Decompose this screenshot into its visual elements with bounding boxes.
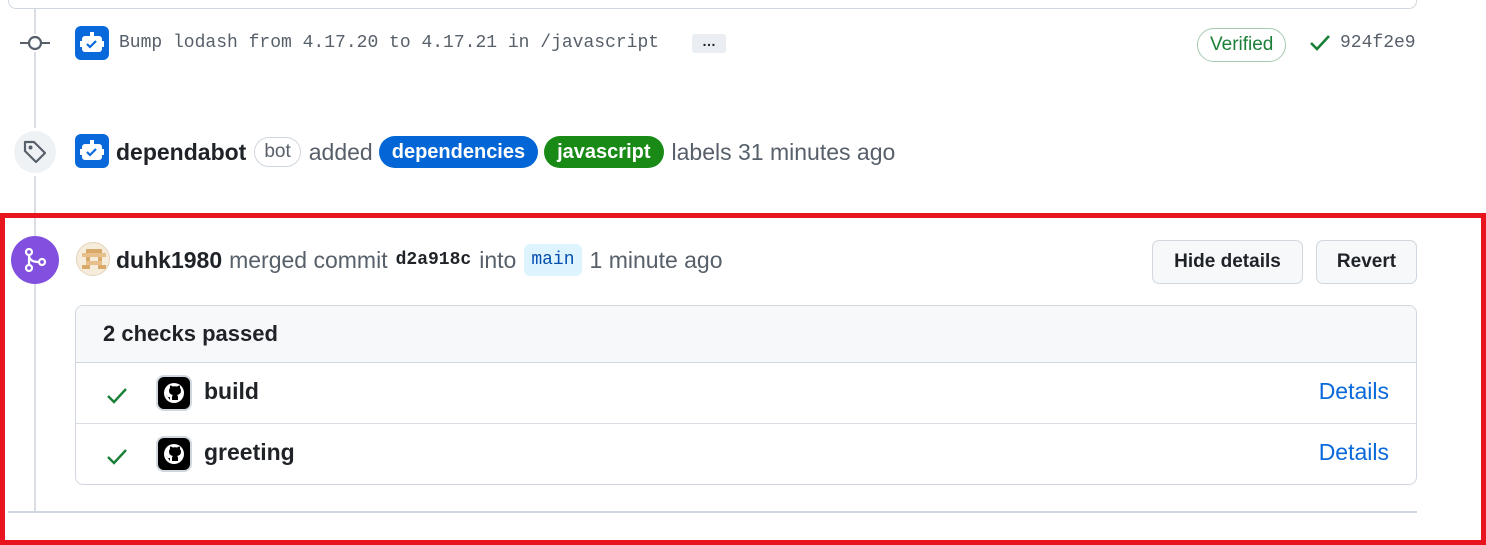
actor-link[interactable]: duhk1980 bbox=[116, 247, 222, 274]
git-merge-icon bbox=[11, 236, 59, 284]
merge-commit-link[interactable]: d2a918c bbox=[396, 250, 472, 270]
bot-badge: bot bbox=[254, 137, 301, 167]
label-event-text: dependabot bot added dependencies javasc… bbox=[116, 135, 895, 169]
event-time: labels 31 minutes ago bbox=[671, 138, 896, 165]
label-javascript[interactable]: javascript bbox=[544, 136, 664, 168]
github-mark-icon bbox=[156, 436, 192, 472]
revert-button[interactable]: Revert bbox=[1316, 240, 1417, 284]
avatar[interactable] bbox=[76, 242, 110, 276]
checks-summary: 2 checks passed bbox=[76, 306, 1416, 363]
previous-comment-box bbox=[8, 0, 1417, 9]
check-name: greeting bbox=[204, 439, 295, 465]
tag-icon bbox=[11, 128, 59, 176]
label-dependencies[interactable]: dependencies bbox=[378, 136, 539, 168]
list-item: greeting Details bbox=[76, 424, 1416, 484]
check-icon bbox=[106, 387, 128, 410]
commit-message-link[interactable]: Bump lodash from 4.17.20 to 4.17.21 in /… bbox=[119, 33, 659, 53]
github-mark-icon bbox=[156, 375, 192, 411]
check-icon[interactable] bbox=[1309, 34, 1331, 57]
actor-link[interactable]: dependabot bbox=[116, 139, 246, 166]
dependabot-avatar[interactable] bbox=[75, 134, 109, 168]
checks-panel: 2 checks passed build Details greeting D… bbox=[75, 305, 1417, 485]
check-icon bbox=[106, 448, 128, 471]
commit-sha-link[interactable]: 924f2e9 bbox=[1340, 33, 1416, 53]
details-link[interactable]: Details bbox=[1319, 378, 1389, 405]
check-name: build bbox=[204, 378, 259, 404]
list-item: build Details bbox=[76, 363, 1416, 424]
hide-details-button[interactable]: Hide details bbox=[1152, 240, 1303, 284]
details-link[interactable]: Details bbox=[1319, 439, 1389, 466]
event-action: merged commit bbox=[229, 246, 388, 273]
branch-name[interactable]: main bbox=[524, 244, 582, 276]
merge-event-text: duhk1980 merged commit d2a918c into main… bbox=[116, 242, 723, 278]
event-time: 1 minute ago bbox=[589, 246, 723, 273]
expand-commit-button[interactable]: … bbox=[692, 34, 726, 53]
dependabot-icon[interactable] bbox=[75, 26, 109, 60]
verified-badge[interactable]: Verified bbox=[1197, 28, 1287, 62]
git-commit-icon bbox=[20, 34, 50, 52]
divider bbox=[8, 511, 1417, 513]
into-text: into bbox=[479, 246, 517, 273]
event-action: added bbox=[308, 138, 373, 165]
